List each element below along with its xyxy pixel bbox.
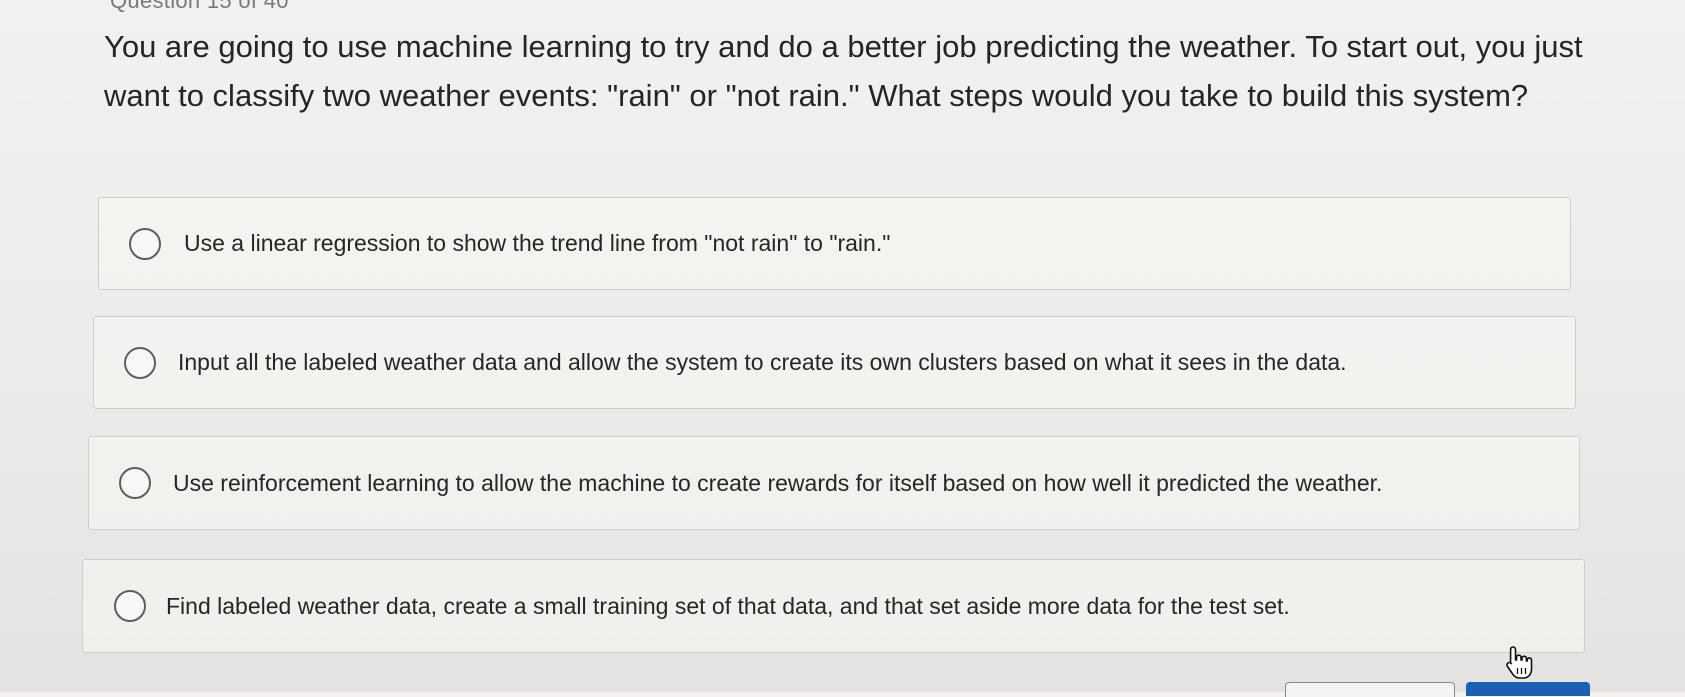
answer-choice-label: Input all the labeled weather data and a… — [178, 349, 1347, 375]
answer-choice-2[interactable]: Input all the labeled weather data and a… — [93, 316, 1576, 409]
answer-choice-label: Use a linear regression to show the tren… — [184, 230, 891, 256]
back-button[interactable] — [1285, 682, 1455, 697]
radio-unchecked-icon[interactable] — [114, 590, 146, 622]
answer-choice-4[interactable]: Find labeled weather data, create a smal… — [82, 559, 1585, 653]
answer-choice-1[interactable]: Use a linear regression to show the tren… — [98, 197, 1571, 290]
hand-pointer-icon — [1506, 646, 1533, 679]
radio-unchecked-icon[interactable] — [124, 346, 156, 379]
question-counter: Question 15 of 40 — [110, 0, 289, 13]
answer-choice-3[interactable]: Use reinforcement learning to allow the … — [88, 436, 1580, 530]
radio-unchecked-icon[interactable] — [129, 227, 161, 260]
radio-unchecked-icon[interactable] — [119, 467, 151, 499]
answer-choice-label: Find labeled weather data, create a smal… — [166, 592, 1290, 619]
next-button[interactable] — [1466, 682, 1590, 696]
question-text: You are going to use machine learning to… — [104, 29, 1583, 113]
answer-choice-label: Use reinforcement learning to allow the … — [173, 469, 1383, 496]
